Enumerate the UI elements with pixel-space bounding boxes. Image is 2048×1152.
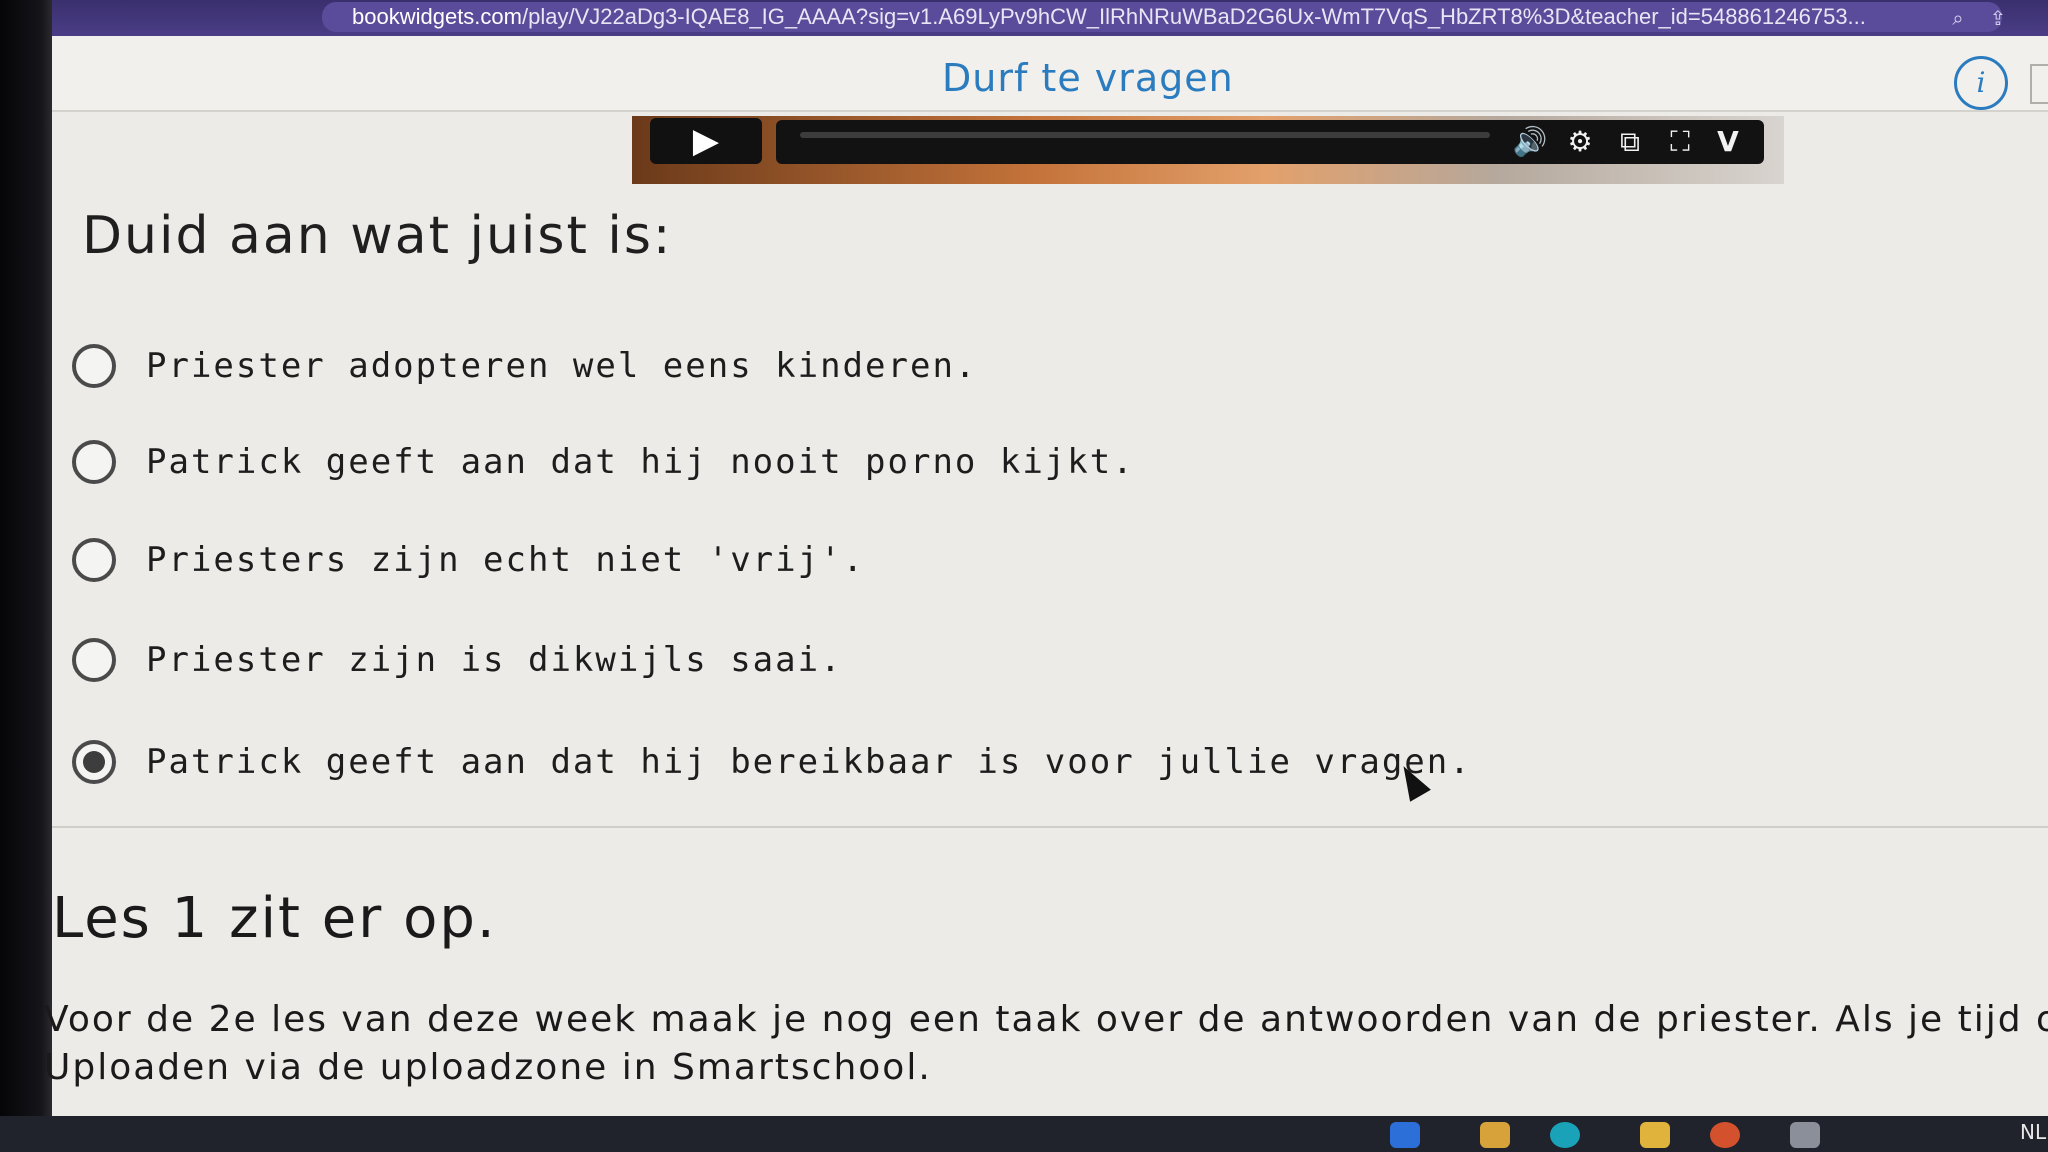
share-icon[interactable]: ⇪: [1984, 6, 2012, 30]
pip-icon[interactable]: ⧉: [1612, 124, 1648, 160]
page-header: Durf te vragen i: [52, 36, 2048, 112]
video-controls: 🔊 ⚙ ⧉ ⛶ V: [776, 120, 1764, 164]
zoom-icon[interactable]: ⌕: [1944, 6, 1972, 30]
answer-option[interactable]: Priester zijn is dikwijls saai.: [72, 630, 1572, 690]
answer-option[interactable]: Patrick geeft aan dat hij nooit porno ki…: [72, 432, 1572, 492]
edge-icon[interactable]: [1550, 1122, 1580, 1148]
bookwidgets-page: Durf te vragen i ▶ 🔊 ⚙ ⧉ ⛶ V Duid aan wa…: [44, 36, 2048, 1116]
url-field[interactable]: bookwidgets.com/play/VJ22aDg3-IQAE8_IG_A…: [322, 2, 2002, 32]
answer-option[interactable]: Priester adopteren wel eens kinderen.: [72, 336, 1572, 396]
answer-option[interactable]: Priesters zijn echt niet 'vrij'.: [72, 530, 1572, 590]
option-label: Patrick geeft aan dat hij nooit porno ki…: [146, 442, 1135, 482]
option-label: Priester zijn is dikwijls saai.: [146, 640, 843, 680]
os-taskbar: NL: [0, 1116, 2048, 1152]
option-label: Priester adopteren wel eens kinderen.: [146, 346, 978, 386]
lesson-instructions: Voor de 2e les van deze week maak je nog…: [44, 996, 2048, 1092]
video-progress-bar[interactable]: [800, 132, 1490, 138]
video-player[interactable]: ▶ 🔊 ⚙ ⧉ ⛶ V: [632, 116, 1784, 184]
settings-icon[interactable]: [1790, 1122, 1820, 1148]
taskbar-app-icon[interactable]: [1710, 1122, 1740, 1148]
fullscreen-toggle[interactable]: [2030, 64, 2048, 104]
option-label: Priesters zijn echt niet 'vrij'.: [146, 540, 866, 580]
settings-icon[interactable]: ⚙: [1562, 124, 1598, 160]
language-indicator[interactable]: NL: [2020, 1120, 2046, 1144]
instruction-line: Voor de 2e les van deze week maak je nog…: [44, 999, 2048, 1040]
page-title: Durf te vragen: [942, 56, 1234, 100]
vimeo-icon[interactable]: V: [1710, 124, 1746, 160]
radio-button[interactable]: [72, 440, 116, 484]
info-button[interactable]: i: [1954, 56, 2008, 110]
play-icon[interactable]: ▶: [650, 118, 762, 164]
folder-icon[interactable]: [1480, 1122, 1510, 1148]
radio-button[interactable]: [72, 538, 116, 582]
instruction-line: Uploaden via de uploadzone in Smartschoo…: [44, 1047, 932, 1088]
volume-icon[interactable]: 🔊: [1512, 124, 1548, 160]
question-text: Duid aan wat juist is:: [82, 206, 673, 266]
monitor-bezel: [0, 0, 52, 1152]
screen: bookwidgets.com/play/VJ22aDg3-IQAE8_IG_A…: [0, 0, 2048, 1152]
fullscreen-icon[interactable]: ⛶: [1662, 124, 1698, 160]
answer-option-selected[interactable]: Patrick geeft aan dat hij bereikbaar is …: [72, 732, 1572, 792]
radio-button[interactable]: [72, 344, 116, 388]
option-label: Patrick geeft aan dat hij bereikbaar is …: [146, 742, 1472, 782]
url-path: /play/VJ22aDg3-IQAE8_IG_AAAA?sig=v1.A69L…: [521, 4, 1866, 29]
url-host: bookwidgets.com: [352, 4, 522, 29]
radio-button-selected[interactable]: [72, 740, 116, 784]
lesson-complete-title: Les 1 zit er op.: [52, 886, 497, 951]
browser-address-bar: bookwidgets.com/play/VJ22aDg3-IQAE8_IG_A…: [52, 0, 2048, 36]
radio-button[interactable]: [72, 638, 116, 682]
taskbar-app-icon[interactable]: [1390, 1122, 1420, 1148]
section-divider: [52, 826, 2048, 828]
taskbar-app-icon[interactable]: [1640, 1122, 1670, 1148]
